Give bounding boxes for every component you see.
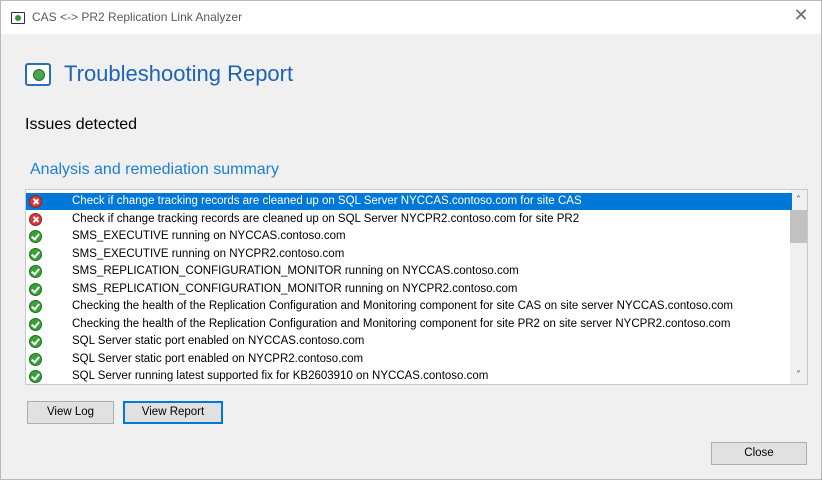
- list-item-label: SMS_EXECUTIVE running on NYCCAS.contoso.…: [72, 230, 346, 242]
- check-icon: [29, 282, 42, 296]
- list-item[interactable]: SQL Server static port enabled on NYCPR2…: [26, 351, 792, 368]
- list-item-label: SMS_REPLICATION_CONFIGURATION_MONITOR ru…: [72, 282, 518, 295]
- list-item-label: SQL Server static port enabled on NYCCAS…: [72, 335, 365, 347]
- list-item[interactable]: SMS_REPLICATION_CONFIGURATION_MONITOR ru…: [26, 263, 792, 280]
- check-icon: [29, 247, 42, 261]
- dialog-window: CAS <-> PR2 Replication Link Analyzer ✕ …: [0, 0, 822, 480]
- list-item-label: SMS_REPLICATION_CONFIGURATION_MONITOR ru…: [72, 265, 519, 277]
- list-item[interactable]: Check if change tracking records are cle…: [26, 193, 792, 210]
- list-item[interactable]: Checking the health of the Replication C…: [26, 298, 792, 315]
- report-title: Troubleshooting Report: [64, 61, 294, 86]
- window-title: CAS <-> PR2 Replication Link Analyzer: [32, 10, 243, 24]
- scroll-thumb[interactable]: [790, 210, 807, 243]
- list-item[interactable]: SMS_EXECUTIVE running on NYCPR2.contoso.…: [26, 246, 792, 263]
- scroll-down-icon[interactable]: ˅: [790, 367, 807, 384]
- results-list[interactable]: ˄ ˅ Check if change tracking records are…: [25, 189, 808, 385]
- title-bar: CAS <-> PR2 Replication Link Analyzer ✕: [1, 1, 821, 34]
- error-icon: [29, 195, 42, 208]
- close-button[interactable]: Close: [711, 442, 807, 465]
- list-item-label: Checking the health of the Replication C…: [72, 300, 733, 312]
- report-icon: [25, 63, 51, 86]
- list-item-label: SQL Server static port enabled on NYCPR2…: [72, 352, 364, 365]
- list-item[interactable]: SQL Server running latest supported fix …: [26, 368, 792, 384]
- list-item[interactable]: SQL Server static port enabled on NYCCAS…: [26, 333, 792, 350]
- view-report-button[interactable]: View Report: [123, 401, 223, 424]
- close-window-icon[interactable]: ✕: [791, 6, 811, 26]
- check-icon: [29, 352, 42, 366]
- list-item-label: SQL Server running latest supported fix …: [72, 370, 489, 382]
- error-icon: [29, 212, 42, 226]
- list-item[interactable]: SMS_EXECUTIVE running on NYCCAS.contoso.…: [26, 228, 792, 245]
- check-icon: [29, 370, 42, 383]
- app-icon: [11, 12, 25, 24]
- list-item[interactable]: Checking the health of the Replication C…: [26, 316, 792, 333]
- list-item-label: SMS_EXECUTIVE running on NYCPR2.contoso.…: [72, 247, 345, 260]
- list-item-label: Check if change tracking records are cle…: [72, 212, 580, 225]
- list-item[interactable]: Check if change tracking records are cle…: [26, 211, 792, 228]
- scroll-up-icon[interactable]: ˄: [790, 192, 807, 209]
- check-icon: [29, 335, 42, 348]
- check-icon: [29, 300, 42, 313]
- list-item[interactable]: SMS_REPLICATION_CONFIGURATION_MONITOR ru…: [26, 281, 792, 298]
- check-icon: [29, 317, 42, 331]
- check-icon: [29, 230, 42, 243]
- view-log-button[interactable]: View Log: [27, 401, 114, 424]
- list-item-label: Check if change tracking records are cle…: [72, 195, 582, 207]
- summary-heading: Analysis and remediation summary: [30, 161, 279, 178]
- issues-heading: Issues detected: [25, 116, 138, 133]
- check-icon: [29, 265, 42, 278]
- list-item-label: Checking the health of the Replication C…: [72, 317, 731, 330]
- vertical-scrollbar[interactable]: ˄ ˅: [790, 190, 807, 384]
